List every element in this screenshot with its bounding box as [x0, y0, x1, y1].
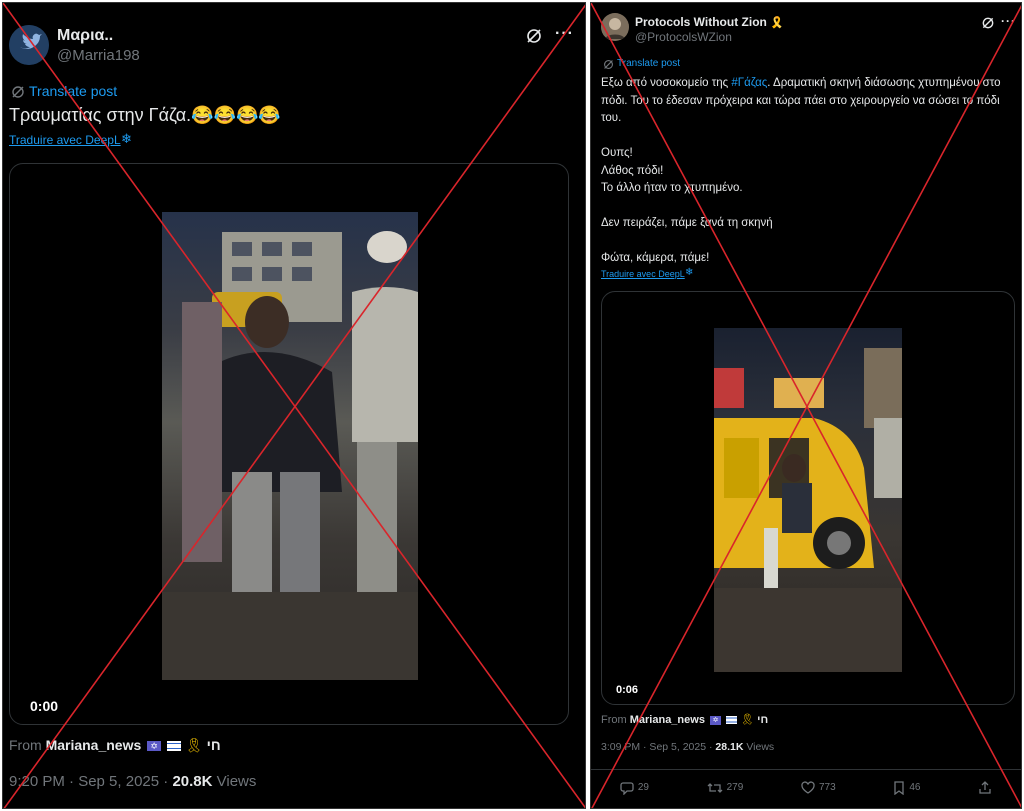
left-tweet-panel: Μαρια.. @Marria198 ··· Translate post Τρ… [2, 2, 586, 809]
video-frame[interactable] [714, 328, 902, 672]
heart-icon [801, 780, 815, 794]
bookmark-icon [894, 780, 904, 795]
timestamp-views: 3:09 PM · Sep 5, 2025 · 28.1K Views [601, 741, 774, 753]
bookmark-button[interactable]: 46 [893, 780, 921, 795]
reply-count: 29 [637, 782, 649, 793]
views-count: 28.1K [715, 741, 744, 753]
video-still-image [714, 348, 902, 672]
reply-icon [620, 781, 634, 795]
author-name[interactable]: Protocols Without Zion 🎗️ [635, 15, 784, 29]
from-suffix: חי [206, 737, 221, 753]
israel-flag-icon [726, 716, 738, 725]
ribbon-icon: 🎗️ [770, 17, 784, 29]
ribbon-icon: 🎗 [184, 737, 203, 753]
more-options-icon[interactable]: ··· [555, 25, 574, 43]
views-label: Views [743, 741, 775, 753]
from-attribution: From Mariana_news ✡ 🎗 חי [601, 713, 768, 726]
hashtag-link[interactable]: #Γάζας [731, 77, 767, 89]
bookmark-count: 46 [909, 782, 921, 793]
bird-avatar-icon [9, 25, 49, 65]
repost-button[interactable]: 279 [707, 781, 744, 795]
from-prefix: From [601, 714, 627, 726]
deepl-link[interactable]: Traduire avec DeepL [601, 269, 685, 279]
israel-flag-icon [167, 741, 182, 752]
tweet-text: Εξω από νοσοκομείο της #Γάζας. Δραματική… [601, 77, 1001, 264]
action-bar: 29 279 773 46 [591, 769, 1021, 805]
translate-post-link[interactable]: Translate post [29, 83, 117, 99]
ribbon-icon: 🎗 [740, 714, 755, 726]
video-timestamp: 0:06 [616, 684, 639, 696]
avatar[interactable] [9, 25, 49, 65]
tweet-text: Τραυματίας στην Γάζα.😂😂😂😂 [9, 105, 281, 125]
translate-icon [604, 60, 613, 69]
deepl-snowflake-icon: ❄ [121, 131, 132, 146]
views-label: Views [212, 773, 257, 790]
deepl-link[interactable]: Traduire avec DeepL [9, 133, 121, 147]
like-count: 773 [818, 782, 836, 793]
more-options-icon[interactable]: ··· [1001, 14, 1016, 28]
from-account-link[interactable]: Mariana_news [630, 714, 705, 726]
avatar[interactable] [601, 13, 629, 41]
share-button[interactable] [978, 780, 992, 795]
right-tweet-panel: Protocols Without Zion 🎗️ @ProtocolsWZio… [590, 2, 1022, 809]
translate-post-link[interactable]: Translate post [617, 58, 680, 69]
author-handle[interactable]: @ProtocolsWZion [635, 30, 732, 44]
timestamp[interactable]: 9:20 PM · Sep 5, 2025 · [9, 773, 172, 790]
grok-icon[interactable] [981, 16, 995, 30]
person-avatar-icon [601, 13, 629, 41]
deepl-snowflake-icon: ❄ [685, 267, 694, 278]
author-name[interactable]: Μαρια.. [57, 27, 113, 45]
video-still-image [162, 231, 418, 680]
video-container[interactable]: 0:06 [601, 291, 1015, 705]
video-frame[interactable] [162, 212, 418, 680]
video-timestamp: 0:00 [30, 698, 59, 714]
star-of-david-icon: ✡ [710, 715, 721, 725]
from-attribution: From Mariana_news ✡ 🎗 חי [9, 737, 221, 754]
timestamp[interactable]: 3:09 PM · Sep 5, 2025 · [601, 741, 715, 753]
grok-icon[interactable] [525, 27, 543, 45]
repost-count: 279 [726, 782, 744, 793]
views-count: 20.8K [172, 773, 213, 790]
from-account-link[interactable]: Mariana_news [46, 737, 142, 753]
share-icon [979, 780, 991, 794]
from-prefix: From [9, 737, 42, 753]
author-handle[interactable]: @Marria198 [57, 47, 140, 64]
translate-icon [12, 86, 24, 98]
star-of-david-icon: ✡ [147, 741, 162, 752]
like-button[interactable]: 773 [801, 780, 836, 795]
video-container[interactable]: 0:00 [9, 163, 569, 725]
from-suffix: חי [757, 714, 769, 726]
reply-button[interactable]: 29 [620, 781, 649, 795]
repost-icon [707, 782, 723, 793]
timestamp-views: 9:20 PM · Sep 5, 2025 · 20.8K Views [9, 773, 256, 790]
